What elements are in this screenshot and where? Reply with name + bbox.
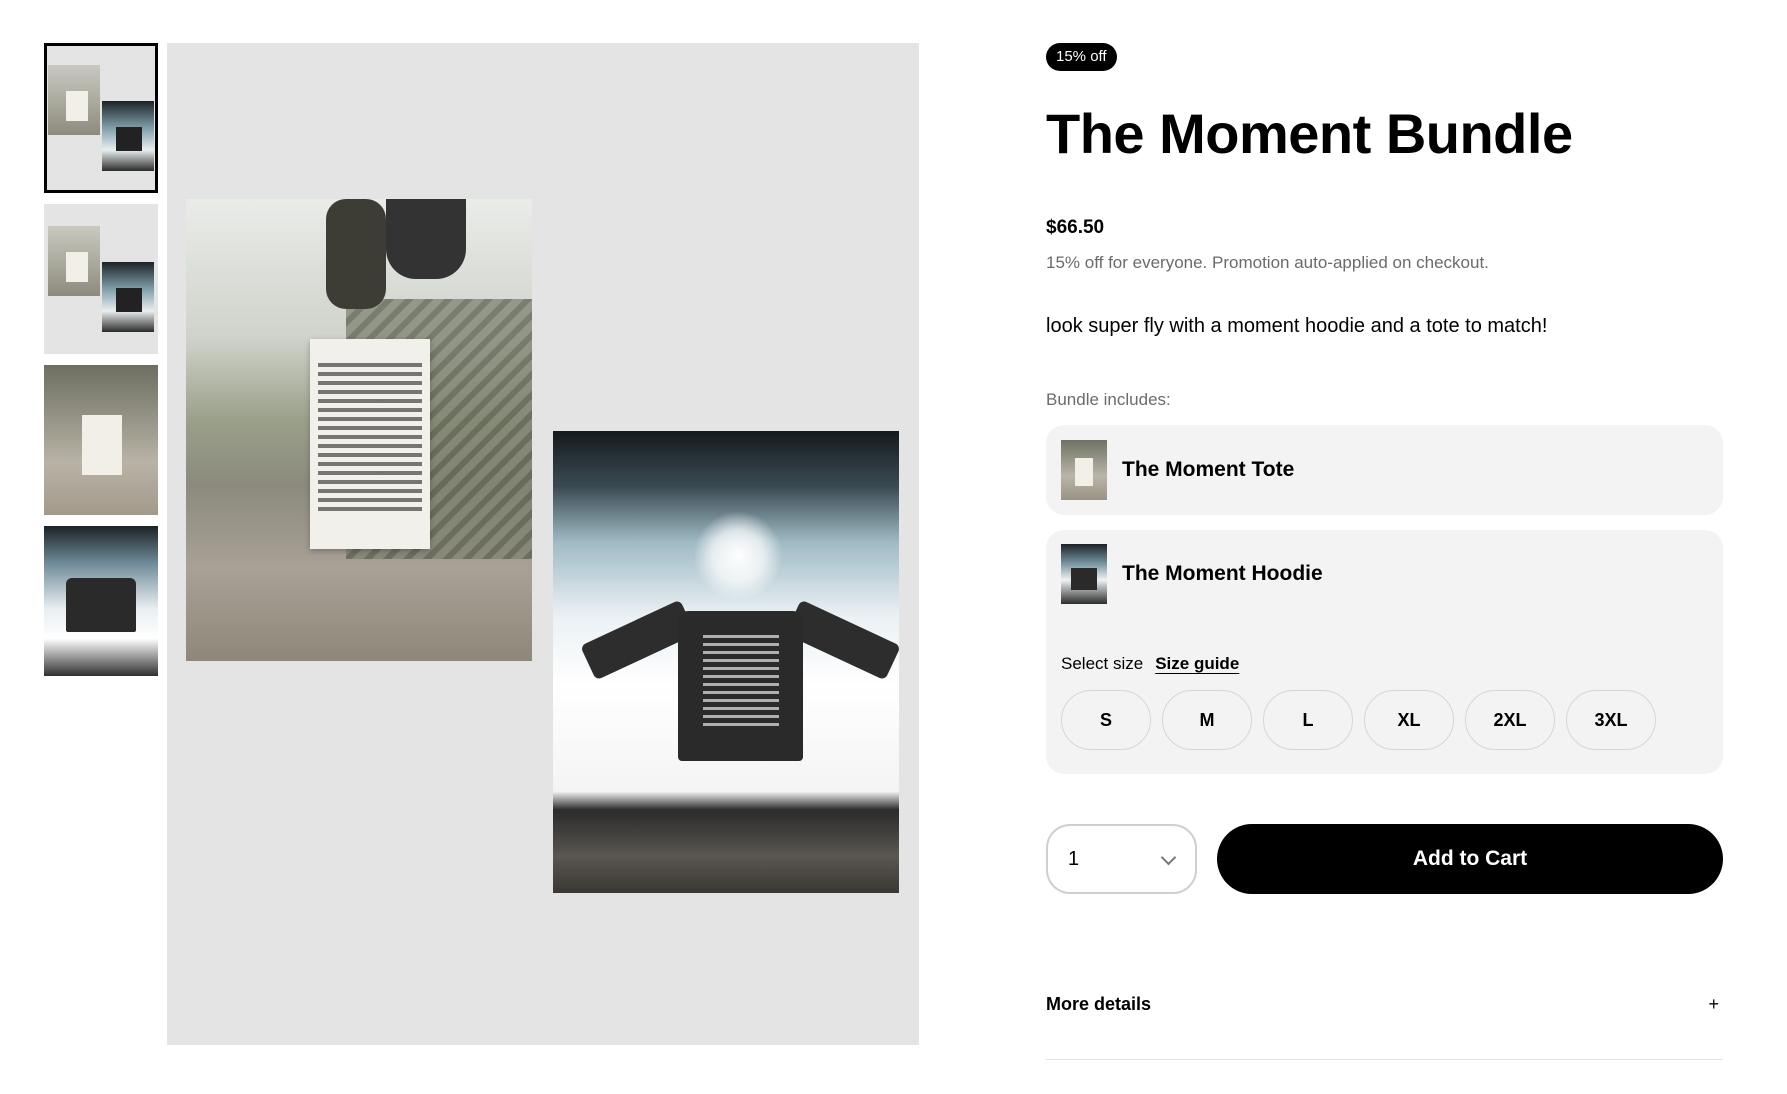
bundle-item-name: The Moment Hoodie (1122, 562, 1323, 585)
product-price: $66.50 (1046, 217, 1105, 238)
thumbnail-hoodie-image (102, 101, 154, 171)
bundle-item-hoodie: The Moment Hoodie Select size Size guide… (1046, 530, 1723, 774)
size-options: S M L XL 2XL 3XL (1061, 690, 1708, 750)
quantity-value: 1 (1068, 847, 1080, 870)
bundle-label: Bundle includes: (1046, 390, 1171, 409)
bundle-item-tote: The Moment Tote (1046, 425, 1723, 515)
thumbnail-tote-image (48, 226, 100, 296)
thumbnail-hoodie-photo[interactable] (44, 526, 158, 676)
product-title: The Moment Bundle (1046, 102, 1573, 165)
discount-badge: 15% off (1046, 43, 1117, 71)
thumbnail-list (44, 43, 158, 687)
hoodie-photo (553, 431, 899, 893)
quantity-select[interactable]: 1 (1046, 824, 1197, 894)
tote-thumbnail (1061, 440, 1107, 500)
hoodie-print (703, 631, 779, 726)
person (386, 199, 466, 279)
thumbnail-bundle-collage-2[interactable] (44, 204, 158, 354)
thumbnail-tote-image (48, 65, 100, 135)
product-info: 15% off The Moment Bundle $66.50 15% off… (1046, 43, 1723, 1060)
size-option-2xl[interactable]: 2XL (1465, 690, 1555, 750)
chevron-down-icon (1161, 852, 1175, 866)
thumbnail-tote-photo[interactable] (44, 365, 158, 515)
plus-icon: + (1708, 994, 1719, 1014)
size-option-m[interactable]: M (1162, 690, 1252, 750)
tote-photo (186, 199, 532, 661)
promo-text: 15% off for everyone. Promotion auto-app… (1046, 253, 1489, 272)
size-guide-link[interactable]: Size guide (1155, 654, 1239, 674)
size-option-3xl[interactable]: 3XL (1566, 690, 1656, 750)
more-details-label: More details (1046, 994, 1152, 1014)
size-selector-header: Select size Size guide (1061, 654, 1708, 674)
select-size-label: Select size (1061, 654, 1144, 673)
more-details-toggle[interactable]: More details + (1046, 994, 1723, 1060)
add-to-cart-button[interactable]: Add to Cart (1217, 824, 1723, 894)
size-option-xl[interactable]: XL (1364, 690, 1454, 750)
shoe (326, 199, 386, 309)
tote-bag (310, 339, 430, 549)
sun-glare (693, 511, 783, 601)
product-description: look super fly with a moment hoodie and … (1046, 315, 1548, 337)
bundle-item-name: The Moment Tote (1122, 458, 1295, 481)
thumbnail-hoodie-image (102, 262, 154, 332)
main-product-image[interactable] (167, 43, 919, 1045)
size-option-l[interactable]: L (1263, 690, 1353, 750)
size-option-s[interactable]: S (1061, 690, 1151, 750)
cart-row: 1 Add to Cart (1046, 824, 1723, 894)
thumbnail-bundle-collage-1[interactable] (44, 43, 158, 193)
hoodie-thumbnail (1061, 544, 1107, 604)
